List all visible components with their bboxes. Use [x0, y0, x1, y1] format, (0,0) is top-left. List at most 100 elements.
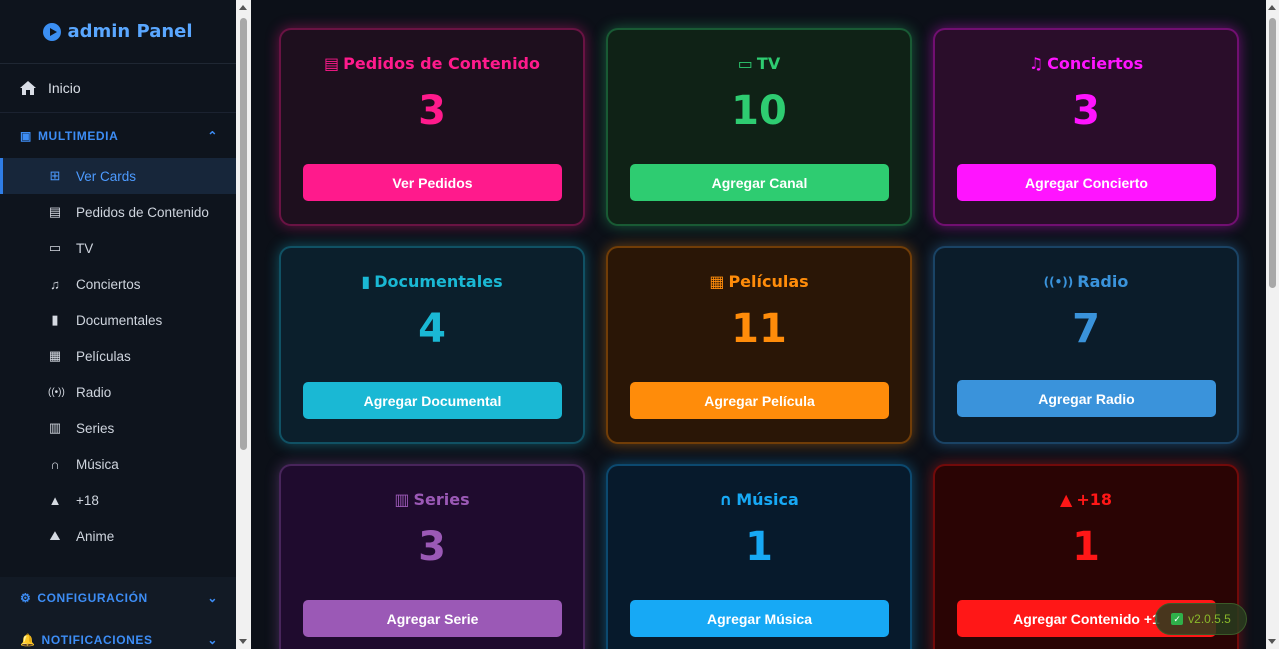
brand-logo[interactable]: admin Panel [0, 0, 236, 64]
card-peliculas: ▦ Películas 11 Agregar Película [606, 246, 912, 444]
sidebar-item-ver-cards[interactable]: ⊞ Ver Cards [0, 158, 236, 194]
scrollbar-thumb[interactable] [240, 18, 247, 450]
card-musica: ∩ Música 1 Agregar Música [606, 464, 912, 649]
multimedia-list: ⊞ Ver Cards ▤ Pedidos de Contenido ▭ TV … [0, 158, 236, 554]
grid-icon: ⊞ [49, 168, 61, 183]
sidebar-item-conciertos[interactable]: ♫ Conciertos [0, 266, 236, 302]
check-icon: ✓ [1171, 613, 1184, 625]
music-note-icon: ♫ [50, 276, 60, 292]
card-title: ▤ Pedidos de Contenido [324, 54, 540, 73]
agregar-concierto-button[interactable]: Agregar Concierto [957, 164, 1216, 201]
sidebar-item-label: Anime [76, 528, 115, 544]
headphones-icon: ∩ [719, 490, 733, 509]
sidebar-item-label: +18 [76, 492, 99, 508]
sidebar-item-tv[interactable]: ▭ TV [0, 230, 236, 266]
sidebar-item-documentales[interactable]: ▮ Documentales [0, 302, 236, 338]
section-notificaciones[interactable]: 🔔 NOTIFICACIONES ⌄ [0, 619, 236, 649]
agregar-serie-button[interactable]: Agregar Serie [303, 600, 562, 637]
dashboard-cards: ▤ Pedidos de Contenido 3 Ver Pedidos ▭ T… [251, 0, 1266, 649]
sidebar-item-peliculas[interactable]: ▦ Películas [0, 338, 236, 374]
sidebar-item-label: Series [76, 420, 115, 436]
sidebar-item-musica[interactable]: ∩ Música [0, 446, 236, 482]
chevron-down-icon: ⌄ [207, 633, 218, 647]
sidebar-item-adult[interactable]: ▲ +18 [0, 482, 236, 518]
clapperboard-icon: ▦ [48, 348, 62, 363]
agregar-musica-button[interactable]: Agregar Música [630, 600, 889, 637]
chevron-down-icon: ⌄ [207, 591, 218, 605]
card-title-text: Series [413, 490, 470, 509]
scroll-up-arrow-icon[interactable] [1268, 5, 1276, 10]
card-title-text: Documentales [374, 272, 503, 291]
sidebar-item-label: Conciertos [76, 276, 141, 292]
section-configuracion[interactable]: ⚙ CONFIGURACIÓN ⌄ [0, 577, 236, 619]
card-count: 10 [731, 88, 787, 134]
bell-icon: 🔔 [20, 633, 36, 647]
sidebar-item-label: Pedidos de Contenido [76, 204, 209, 220]
broadcast-icon: ((•)) [48, 386, 65, 398]
section-multimedia[interactable]: ▣ MULTIMEDIA ⌃ [0, 112, 236, 158]
page-scrollbar[interactable] [1266, 0, 1279, 649]
agregar-radio-button[interactable]: Agregar Radio [957, 380, 1216, 417]
card-title-text: Películas [728, 272, 809, 291]
version-text: v2.0.5.5 [1188, 612, 1231, 626]
sidebar-item-pedidos[interactable]: ▤ Pedidos de Contenido [0, 194, 236, 230]
card-count: 1 [1072, 524, 1100, 570]
card-title-text: Música [736, 490, 799, 509]
card-tv: ▭ TV 10 Agregar Canal [606, 28, 912, 226]
card-title: ♫ Conciertos [1029, 54, 1143, 73]
sidebar-item-inicio[interactable]: Inicio [0, 64, 236, 112]
app-root: admin Panel Inicio ▣ MULTIMEDIA ⌃ ⊞ Ver … [0, 0, 1279, 649]
card-pedidos: ▤ Pedidos de Contenido 3 Ver Pedidos [279, 28, 585, 226]
scrollbar-thumb[interactable] [1269, 18, 1276, 288]
card-title-text: Conciertos [1047, 54, 1144, 73]
photo-video-icon: ▣ [20, 128, 32, 143]
card-count: 1 [745, 524, 773, 570]
card-title: ▥ Series [394, 490, 469, 509]
agregar-documental-button[interactable]: Agregar Documental [303, 382, 562, 419]
headphones-icon: ∩ [50, 456, 60, 472]
tv-icon: ▭ [48, 240, 62, 255]
card-count: 3 [418, 524, 446, 570]
card-title: ▭ TV [738, 54, 780, 73]
book-icon: ▮ [361, 272, 371, 291]
agregar-pelicula-button[interactable]: Agregar Película [630, 382, 889, 419]
scroll-down-arrow-icon[interactable] [239, 639, 247, 644]
version-badge[interactable]: ✓ v2.0.5.5 [1155, 603, 1247, 635]
card-title-text: +18 [1076, 490, 1112, 509]
section-label: NOTIFICACIONES [41, 633, 153, 647]
section-label: MULTIMEDIA [37, 128, 119, 143]
sidebar-item-radio[interactable]: ((•)) Radio [0, 374, 236, 410]
film-icon: ▥ [394, 490, 410, 509]
warning-icon: ▲ [48, 492, 62, 508]
clipboard-icon: ▤ [324, 54, 340, 73]
sidebar: admin Panel Inicio ▣ MULTIMEDIA ⌃ ⊞ Ver … [0, 0, 236, 649]
brand-name: admin Panel [67, 21, 193, 42]
ver-pedidos-button[interactable]: Ver Pedidos [303, 164, 562, 201]
film-icon: ▥ [48, 420, 62, 435]
sidebar-scrollbar[interactable] [236, 0, 251, 649]
sidebar-item-series[interactable]: ▥ Series [0, 410, 236, 446]
sidebar-item-label: Inicio [48, 80, 81, 96]
sidebar-item-label: Ver Cards [76, 168, 137, 184]
book-icon: ▮ [51, 312, 59, 327]
card-documentales: ▮ Documentales 4 Agregar Documental [279, 246, 585, 444]
section-label: CONFIGURACIÓN [37, 591, 148, 605]
tv-icon: ▭ [737, 54, 753, 73]
card-title: ∩ Música [719, 490, 799, 509]
play-circle-icon [43, 22, 62, 41]
card-title: ((•)) Radio [1044, 272, 1129, 291]
scroll-down-arrow-icon[interactable] [1268, 639, 1276, 644]
sidebar-item-label: Radio [76, 384, 112, 400]
agregar-canal-button[interactable]: Agregar Canal [630, 164, 889, 201]
clipboard-icon: ▤ [48, 204, 62, 219]
scroll-up-arrow-icon[interactable] [239, 5, 247, 10]
card-title: ▦ Películas [709, 272, 808, 291]
card-count: 11 [731, 306, 787, 352]
card-count: 3 [418, 88, 446, 134]
sidebar-item-label: Documentales [76, 312, 163, 328]
home-icon [20, 81, 36, 95]
card-count: 4 [418, 306, 446, 352]
card-title: ▮ Documentales [361, 272, 502, 291]
sidebar-item-anime[interactable]: ⛰ Anime [0, 518, 236, 554]
card-conciertos: ♫ Conciertos 3 Agregar Concierto [933, 28, 1239, 226]
